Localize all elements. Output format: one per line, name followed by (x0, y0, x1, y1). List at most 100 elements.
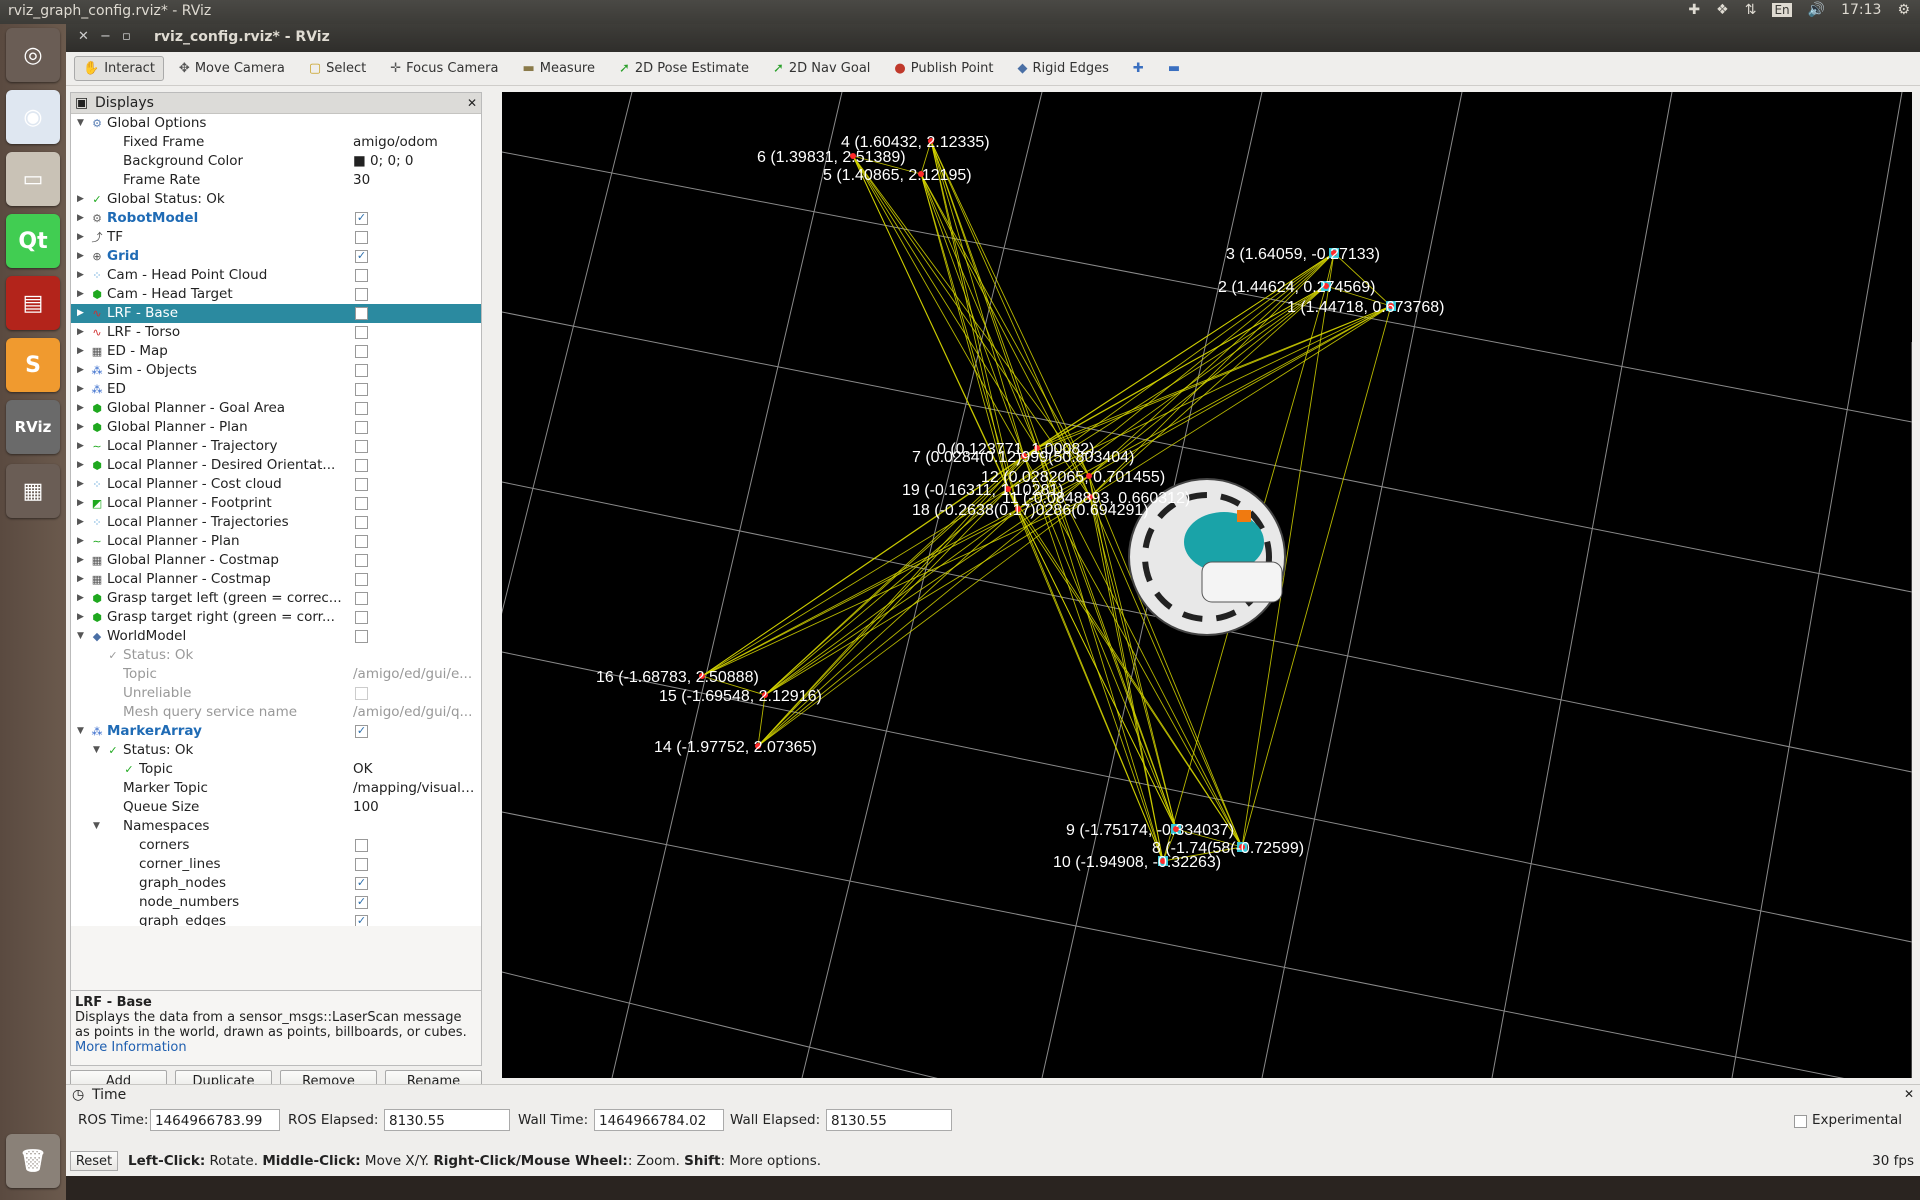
ros-time-field[interactable]: 1464966783.99 (150, 1109, 280, 1131)
expand-right-icon[interactable]: ▶ (77, 570, 87, 589)
tool-interact-button[interactable]: ✋ Interact (74, 56, 164, 81)
expand-right-icon[interactable]: ▶ (77, 589, 87, 608)
launcher-rviz-icon[interactable]: RViz (6, 400, 60, 454)
display-row[interactable]: ▶ ⬢ Local Planner - Desired Orientat... (71, 456, 481, 475)
enable-checkbox[interactable] (355, 364, 368, 377)
enable-checkbox[interactable] (355, 383, 368, 396)
expand-right-icon[interactable]: ▶ (77, 475, 87, 494)
enable-checkbox[interactable] (355, 231, 368, 244)
enable-checkbox[interactable] (355, 326, 368, 339)
enable-checkbox[interactable]: ✓ (355, 250, 368, 263)
display-row[interactable]: ▶ ⁘ Local Planner - Trajectories (71, 513, 481, 532)
enable-checkbox[interactable] (355, 345, 368, 358)
display-row[interactable]: ▶ ∼ Local Planner - Trajectory (71, 437, 481, 456)
display-row[interactable]: ▶ ⊕ Grid ✓ (71, 247, 481, 266)
display-row[interactable]: ▶ ⤴ TF (71, 228, 481, 247)
display-row[interactable]: ▶ ◩ Local Planner - Footprint (71, 494, 481, 513)
enable-checkbox[interactable] (355, 687, 368, 700)
enable-checkbox[interactable] (355, 497, 368, 510)
scene-svg[interactable]: 4 (1.60432, 2.12335)6 (1.39831, 2.51389)… (502, 92, 1912, 1078)
display-row[interactable]: Background Color ■ 0; 0; 0 (71, 152, 481, 171)
enable-checkbox[interactable] (355, 516, 368, 529)
keyboard-layout-indicator[interactable]: En (1772, 3, 1792, 17)
close-panel-icon[interactable]: ✕ (467, 93, 477, 113)
enable-checkbox[interactable] (355, 421, 368, 434)
enable-checkbox[interactable]: ✓ (355, 212, 368, 225)
close-time-icon[interactable]: ✕ (1904, 1087, 1914, 1101)
display-row[interactable]: ▶ ∿ LRF - Torso (71, 323, 481, 342)
display-row[interactable]: ▶ ⚙ RobotModel ✓ (71, 209, 481, 228)
expand-down-icon[interactable]: ▼ (77, 114, 87, 133)
display-row[interactable]: Topic/amigo/ed/gui/e... (71, 665, 481, 684)
add-tool-icon[interactable]: ✚ (1124, 56, 1153, 81)
display-row[interactable]: ▼ ◆ WorldModel (71, 627, 481, 646)
enable-checkbox[interactable]: ✓ (355, 915, 368, 926)
display-row[interactable]: ▶ ⬢ Global Planner - Plan (71, 418, 481, 437)
reset-button[interactable]: Reset (70, 1151, 118, 1171)
display-row[interactable]: ▶ ⬢ Grasp target left (green = correc... (71, 589, 481, 608)
wall-time-field[interactable]: 1464966784.02 (594, 1109, 724, 1131)
display-row[interactable]: ▶ ⁂ Sim - Objects (71, 361, 481, 380)
display-row[interactable]: Frame Rate 30 (71, 171, 481, 190)
enable-checkbox[interactable] (355, 554, 368, 567)
enable-checkbox[interactable] (355, 535, 368, 548)
tool-nav-goal-button[interactable]: ➚ 2D Nav Goal (764, 56, 879, 81)
enable-checkbox[interactable] (355, 288, 368, 301)
display-row[interactable]: ▶ ⁘ Cam - Head Point Cloud (71, 266, 481, 285)
close-icon[interactable]: ✕ (78, 29, 89, 44)
minimize-icon[interactable]: − (100, 29, 111, 44)
launcher-files-icon[interactable]: ▭ (6, 152, 60, 206)
expand-down-icon[interactable]: ▼ (93, 741, 103, 760)
display-row[interactable]: ▶ ▦ ED - Map (71, 342, 481, 361)
display-row[interactable]: ✓ Status: Ok (71, 646, 481, 665)
display-row[interactable]: graph_nodes ✓ (71, 874, 481, 893)
expand-right-icon[interactable]: ▶ (77, 399, 87, 418)
display-row[interactable]: Unreliable (71, 684, 481, 703)
display-row[interactable]: ▶ ∼ Local Planner - Plan (71, 532, 481, 551)
expand-right-icon[interactable]: ▶ (77, 247, 87, 266)
tool-focus-camera-button[interactable]: ✛ Focus Camera (381, 56, 507, 81)
display-row[interactable]: ▼ ✓ Status: Ok (71, 741, 481, 760)
tool-measure-button[interactable]: ▬ Measure (513, 56, 604, 81)
display-row[interactable]: graph_edges ✓ (71, 912, 481, 926)
expand-right-icon[interactable]: ▶ (77, 228, 87, 247)
expand-right-icon[interactable]: ▶ (77, 456, 87, 475)
display-value[interactable]: /amigo/ed/gui/e... (353, 665, 477, 684)
display-row[interactable]: Mesh query service name/amigo/ed/gui/q..… (71, 703, 481, 722)
expand-right-icon[interactable]: ▶ (77, 494, 87, 513)
launcher-ubuntu-dash-icon[interactable]: ◎ (6, 28, 60, 82)
enable-checkbox[interactable] (355, 440, 368, 453)
wall-elapsed-field[interactable]: 8130.55 (826, 1109, 952, 1131)
enable-checkbox[interactable]: ✓ (355, 877, 368, 890)
display-value[interactable]: 30 (353, 171, 477, 190)
expand-right-icon[interactable]: ▶ (77, 266, 87, 285)
render-3d-view[interactable]: 4 (1.60432, 2.12335) 6 (1.39831, 2.51389)… (502, 92, 1912, 1078)
display-value[interactable]: amigo/odom (353, 133, 477, 152)
display-row[interactable]: ▶ ▦ Global Planner - Costmap (71, 551, 481, 570)
display-value[interactable]: ■ 0; 0; 0 (353, 152, 477, 171)
enable-checkbox[interactable] (355, 573, 368, 586)
display-row[interactable]: corners (71, 836, 481, 855)
expand-right-icon[interactable]: ▶ (77, 532, 87, 551)
enable-checkbox[interactable] (355, 459, 368, 472)
enable-checkbox[interactable] (355, 478, 368, 491)
launcher-qt-creator-icon[interactable]: Qt (6, 214, 60, 268)
display-row[interactable]: ▶ ⬢ Grasp target right (green = corr... (71, 608, 481, 627)
dropbox-icon[interactable]: ❖ (1716, 2, 1729, 18)
expand-right-icon[interactable]: ▶ (77, 342, 87, 361)
expand-right-icon[interactable]: ▶ (77, 190, 87, 209)
volume-icon[interactable]: 🔊 (1808, 2, 1825, 18)
enable-checkbox[interactable] (355, 402, 368, 415)
display-row[interactable]: ▼ Namespaces (71, 817, 481, 836)
enable-checkbox[interactable] (355, 839, 368, 852)
enable-checkbox[interactable] (355, 592, 368, 605)
ros-elapsed-field[interactable]: 8130.55 (384, 1109, 510, 1131)
display-row[interactable]: ▶ ⁂ ED (71, 380, 481, 399)
expand-right-icon[interactable]: ▶ (77, 608, 87, 627)
display-row[interactable]: ▼ ⁂ MarkerArray ✓ (71, 722, 481, 741)
launcher-system-monitor-icon[interactable]: ▤ (6, 276, 60, 330)
enable-checkbox[interactable] (355, 858, 368, 871)
display-row[interactable]: Queue Size 100 (71, 798, 481, 817)
expand-right-icon[interactable]: ▶ (77, 209, 87, 228)
settings-gear-icon[interactable]: ⚙ (1897, 2, 1910, 18)
